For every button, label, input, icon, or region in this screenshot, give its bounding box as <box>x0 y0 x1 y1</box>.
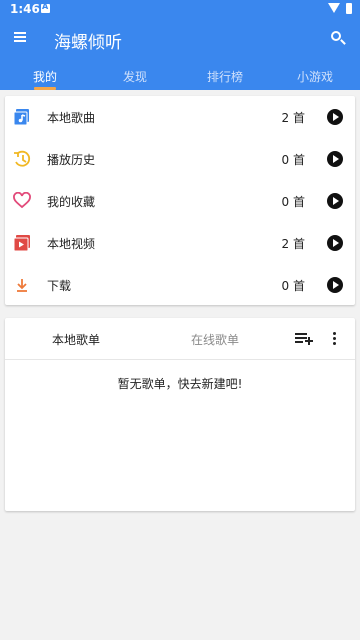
play-icon[interactable] <box>327 235 343 251</box>
more-options-button[interactable] <box>333 332 337 346</box>
playlists-header: 本地歌单 在线歌单 <box>5 318 355 360</box>
tab-online-playlists[interactable]: 在线歌单 <box>191 331 239 348</box>
library-item-label: 下载 <box>47 279 72 293</box>
playlists-card: 本地歌单 在线歌单 暂无歌单，快去新建吧! <box>5 318 355 511</box>
tab-charts[interactable]: 排行榜 <box>180 60 270 90</box>
library-item-label: 播放历史 <box>47 153 96 167</box>
library-item-count: 0 首 <box>281 153 305 167</box>
status-bar: 1:46 <box>0 0 360 18</box>
play-icon[interactable] <box>327 109 343 125</box>
play-icon[interactable] <box>327 151 343 167</box>
battery-icon <box>346 3 352 14</box>
search-button[interactable] <box>330 30 348 48</box>
app-title: 海螺倾听 <box>54 33 122 53</box>
play-icon[interactable] <box>327 193 343 209</box>
library-item-label: 本地视频 <box>47 237 96 251</box>
library-item-local-music[interactable]: 本地歌曲 2 首 <box>5 96 355 138</box>
library-item-local-video[interactable]: 本地视频 2 首 <box>5 222 355 264</box>
tab-local-playlists[interactable]: 本地歌单 <box>52 331 100 348</box>
library-item-download[interactable]: 下载 0 首 <box>5 264 355 306</box>
library-item-favorites[interactable]: 我的收藏 0 首 <box>5 180 355 222</box>
library-item-count: 0 首 <box>281 195 305 209</box>
library-item-history[interactable]: 播放历史 0 首 <box>5 138 355 180</box>
add-playlist-button[interactable] <box>295 332 313 346</box>
library-item-label: 我的收藏 <box>47 195 96 209</box>
library-item-label: 本地歌曲 <box>47 111 96 125</box>
video-icon <box>13 235 30 252</box>
main-tabs: 我的 发现 排行榜 小游戏 <box>0 60 360 90</box>
app-toolbar: 海螺倾听 <box>0 18 360 60</box>
tab-mine[interactable]: 我的 <box>0 60 90 90</box>
tab-discover[interactable]: 发现 <box>90 60 180 90</box>
notification-icon <box>41 2 50 13</box>
menu-button[interactable] <box>14 30 28 44</box>
status-time: 1:46 <box>10 2 40 16</box>
empty-playlists-message: 暂无歌单，快去新建吧! <box>117 377 243 391</box>
local-music-icon <box>13 109 29 126</box>
heart-icon <box>13 192 31 209</box>
play-icon[interactable] <box>327 277 343 293</box>
history-icon <box>14 150 31 167</box>
library-card: 本地歌曲 2 首 播放历史 0 首 我的收藏 0 首 本地视频 2 首 下载 0… <box>5 96 355 305</box>
download-icon <box>17 279 27 292</box>
library-item-count: 2 首 <box>281 237 305 251</box>
wifi-icon <box>328 3 340 13</box>
library-item-count: 2 首 <box>281 111 305 125</box>
tab-mini-games[interactable]: 小游戏 <box>270 60 360 90</box>
library-item-count: 0 首 <box>281 279 305 293</box>
